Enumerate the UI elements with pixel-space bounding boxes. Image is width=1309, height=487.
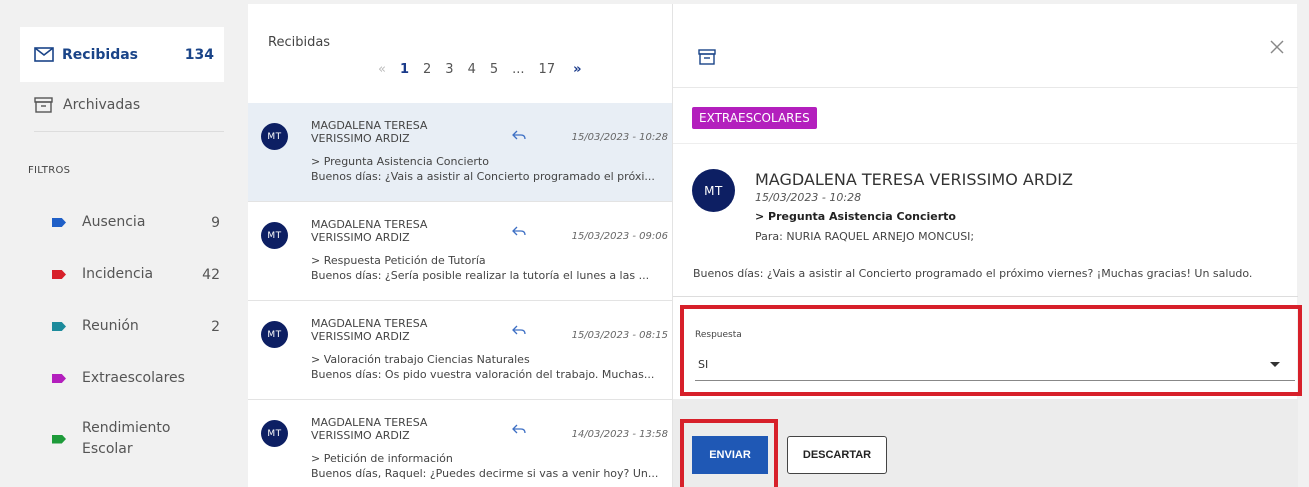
response-value: SI [698, 358, 709, 371]
filter-rendimiento-escolar[interactable]: Rendimiento Escolar [52, 418, 172, 460]
pager-page[interactable]: 1 [400, 62, 409, 77]
message-body: Buenos días: ¿Vais a asistir al Conciert… [693, 267, 1253, 280]
filters-heading: FILTROS [28, 165, 71, 176]
filter-label: Reunión [82, 318, 139, 334]
discard-button[interactable]: DESCARTAR [787, 436, 887, 474]
pager-page[interactable]: 2 [423, 62, 431, 77]
message-sender: MAGDALENA TERESA VERISSIMO ARDIZ [311, 218, 428, 244]
filter-label: Incidencia [82, 266, 154, 282]
filter-ausencia[interactable]: Ausencia 9 [52, 212, 220, 233]
list-title: Recibidas [268, 35, 331, 50]
response-select[interactable]: SI [695, 348, 1295, 381]
pager-page[interactable]: 17 [539, 62, 556, 77]
reply-arrow-icon [512, 130, 526, 140]
avatar: MT [261, 222, 288, 249]
message-preview: Buenos días: ¿Sería posible realizar la … [311, 269, 650, 282]
sidebar-item-label: Recibidas [62, 46, 138, 63]
envelope-icon [34, 47, 54, 62]
pager-next[interactable]: » [573, 62, 581, 77]
message-date: 15/03/2023 - 09:06 [571, 231, 668, 242]
message-subject: > Pregunta Asistencia Concierto [755, 210, 956, 223]
unread-count: 134 [184, 46, 214, 63]
pager-page[interactable]: 5 [490, 62, 498, 77]
archive-box-icon [34, 97, 53, 113]
pager-page[interactable]: 4 [468, 62, 476, 77]
message-date: 14/03/2023 - 13:58 [571, 429, 668, 440]
sidebar-item-recibidas[interactable]: Recibidas 134 [20, 27, 224, 82]
message-preview: Buenos días: Os pido vuestra valoración … [311, 368, 655, 381]
filter-label: Rendimiento Escolar [82, 420, 171, 457]
message-preview: Buenos días, Raquel: ¿Puedes decirme si … [311, 467, 659, 480]
message-date: 15/03/2023 - 10:28 [755, 191, 862, 204]
pager-ellipsis: ... [512, 62, 525, 77]
list-item[interactable]: MT MAGDALENA TERESA VERISSIMO ARDIZ 14/0… [248, 400, 672, 487]
filter-label: Ausencia [82, 214, 146, 230]
tag-icon [52, 270, 66, 279]
filter-extraescolares[interactable]: Extraescolares [52, 368, 220, 389]
avatar: MT [261, 321, 288, 348]
message-sender: MAGDALENA TERESA VERISSIMO ARDIZ [311, 119, 428, 145]
pager-prev[interactable]: « [378, 62, 386, 77]
response-label: Respuesta [695, 330, 742, 340]
send-button[interactable]: ENVIAR [692, 436, 768, 474]
message-subject: > Valoración trabajo Ciencias Naturales [311, 353, 530, 366]
message-preview: Buenos días: ¿Vais a asistir al Conciert… [311, 170, 655, 183]
message-subject: > Respuesta Petición de Tutoría [311, 254, 486, 267]
message-subject: > Pregunta Asistencia Concierto [311, 155, 489, 168]
message-sender: MAGDALENA TERESA VERISSIMO ARDIZ [311, 317, 428, 343]
sender-name: MAGDALENA TERESA VERISSIMO ARDIZ [755, 170, 1073, 189]
message-list: Recibidas « 1 2 3 4 5 ... 17 » MT MAGDAL… [248, 4, 672, 487]
filter-count: 2 [211, 318, 220, 335]
list-item[interactable]: MT MAGDALENA TERESA VERISSIMO ARDIZ 15/0… [248, 301, 672, 400]
message-recipient: Para: NURIA RAQUEL ARNEJO MONCUSI; [755, 230, 975, 243]
tag-icon [52, 322, 66, 331]
response-highlight: Respuesta SI [680, 305, 1302, 396]
tag-icon [52, 434, 66, 444]
filter-count: 9 [211, 214, 220, 231]
archive-box-icon[interactable] [698, 49, 716, 65]
message-sender: MAGDALENA TERESA VERISSIMO ARDIZ [311, 416, 428, 442]
list-item[interactable]: MT MAGDALENA TERESA VERISSIMO ARDIZ 15/0… [248, 103, 672, 202]
divider [673, 296, 1298, 297]
filter-count: 42 [202, 266, 220, 283]
reply-arrow-icon [512, 226, 526, 236]
pagination: « 1 2 3 4 5 ... 17 » [378, 62, 596, 77]
sidebar-item-label: Archivadas [63, 97, 141, 113]
close-icon[interactable] [1270, 40, 1284, 54]
message-date: 15/03/2023 - 08:15 [571, 330, 668, 341]
pager-page[interactable]: 3 [445, 62, 453, 77]
chevron-down-icon [1270, 362, 1280, 367]
filter-incidencia[interactable]: Incidencia 42 [52, 264, 220, 285]
category-badge: EXTRAESCOLARES [692, 107, 817, 129]
avatar: MT [261, 420, 288, 447]
reply-arrow-icon [512, 325, 526, 335]
detail-toolbar [673, 4, 1298, 88]
message-detail: EXTRAESCOLARES MT MAGDALENA TERESA VERIS… [672, 4, 1302, 487]
list-item[interactable]: MT MAGDALENA TERESA VERISSIMO ARDIZ 15/0… [248, 202, 672, 301]
reply-arrow-icon [512, 424, 526, 434]
tag-icon [52, 218, 66, 227]
avatar: MT [692, 169, 735, 212]
sidebar-item-archivadas[interactable]: Archivadas [34, 97, 140, 113]
filter-reunion[interactable]: Reunión 2 [52, 316, 220, 337]
message-date: 15/03/2023 - 10:28 [571, 132, 668, 143]
filter-label: Extraescolares [82, 370, 185, 386]
tag-icon [52, 374, 66, 383]
message-subject: > Petición de información [311, 452, 453, 465]
divider [673, 143, 1298, 144]
avatar: MT [261, 123, 288, 150]
divider [34, 131, 224, 132]
